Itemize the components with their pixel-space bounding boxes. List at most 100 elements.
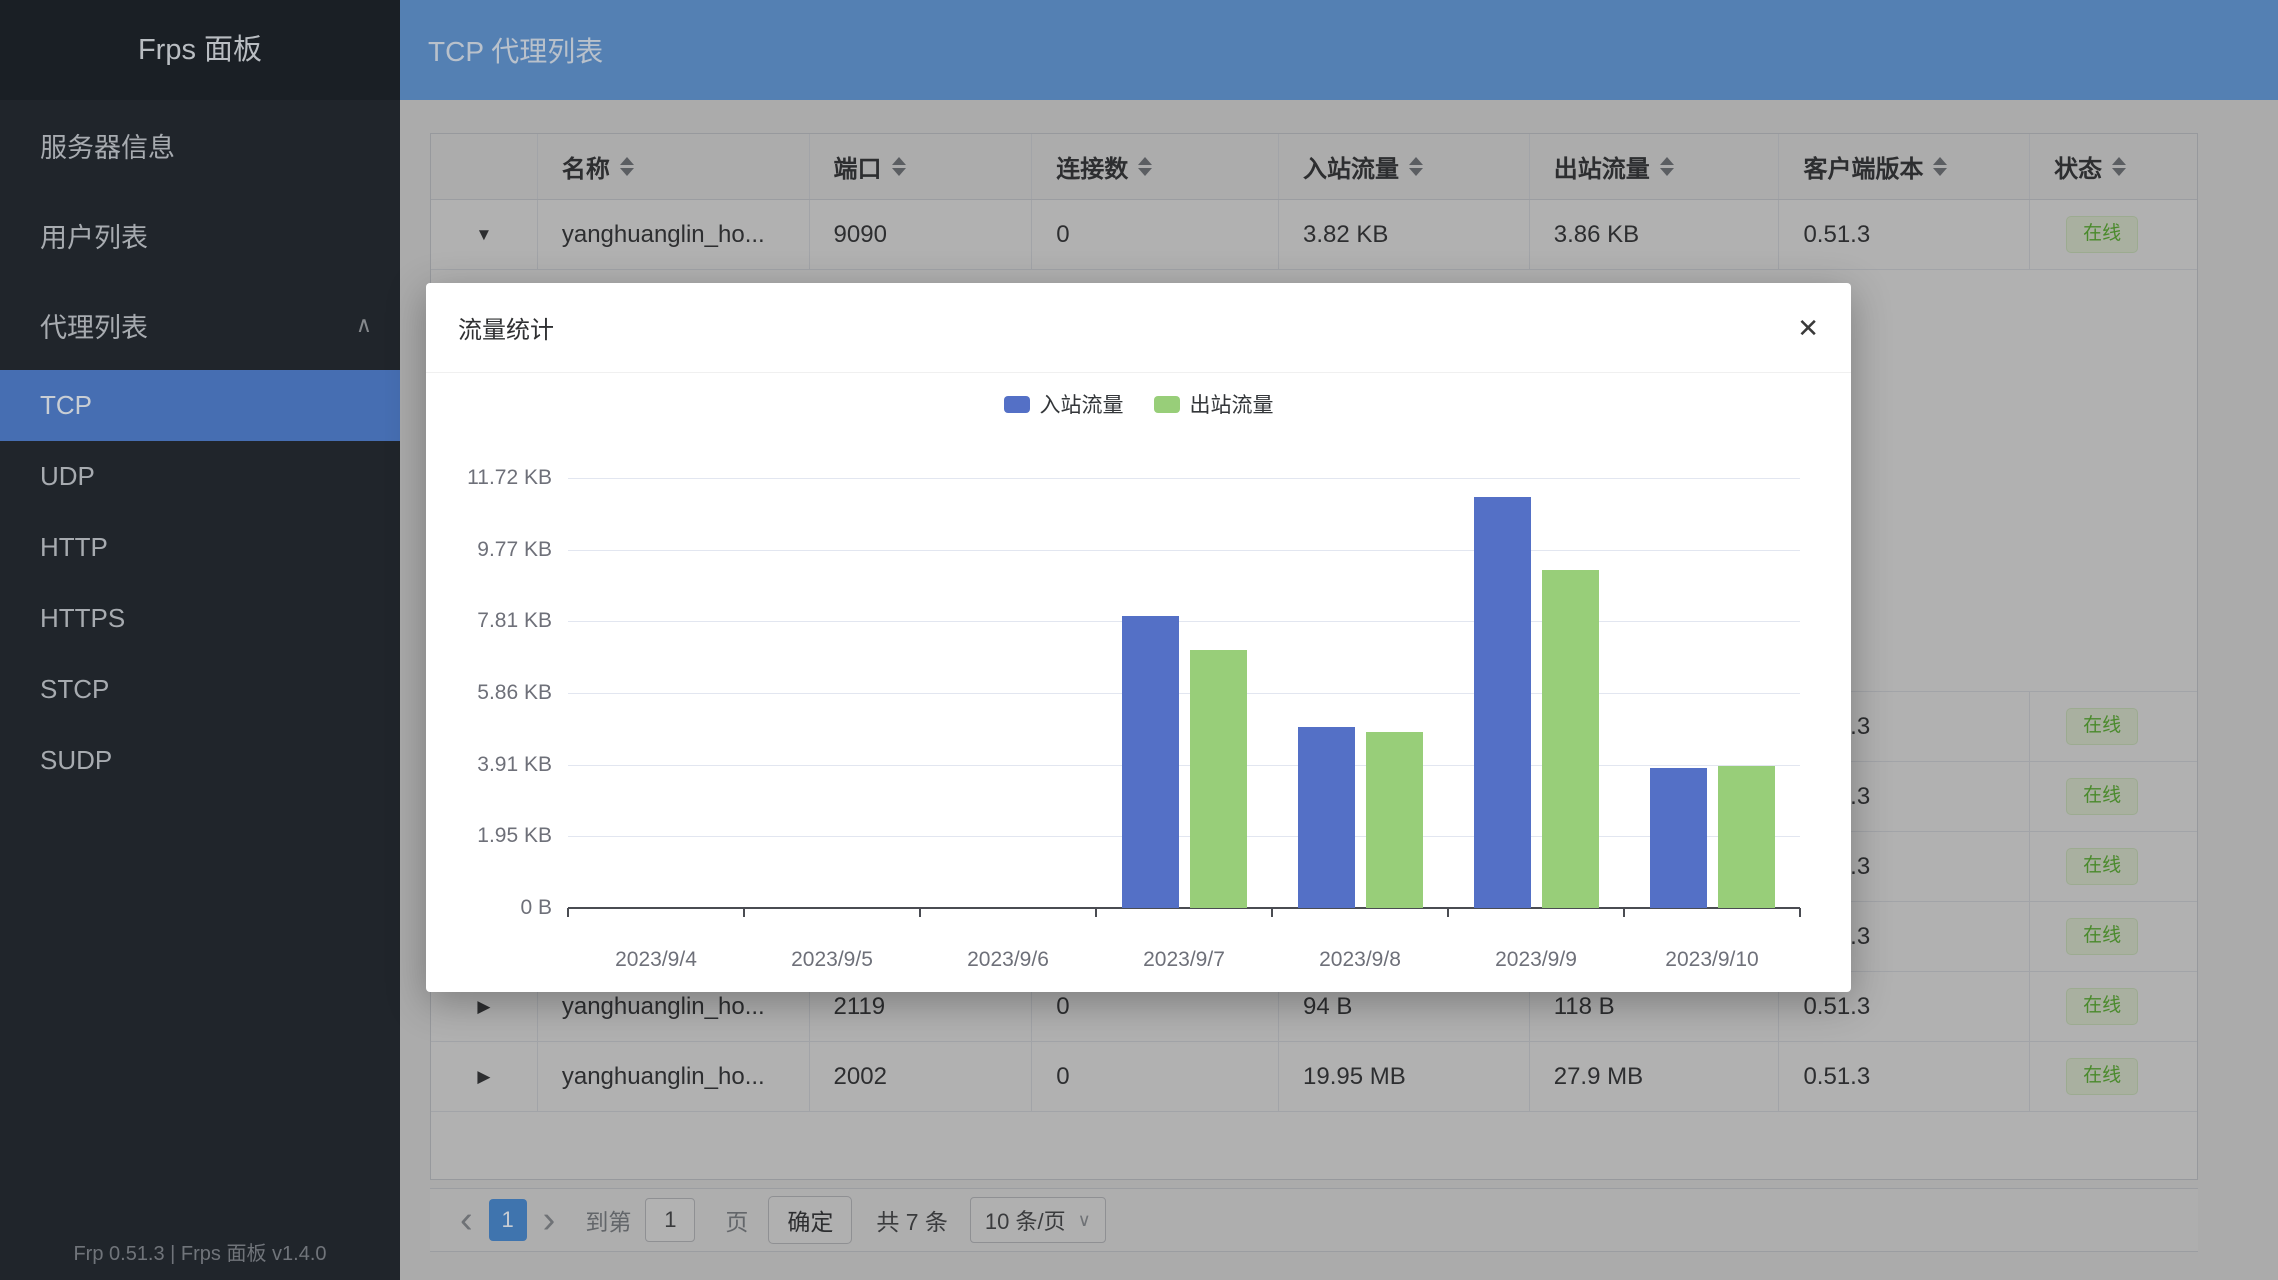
column-header-label: 端口 [834,149,882,184]
cell-status: 在线 [2030,832,2197,901]
close-icon[interactable]: ✕ [1797,315,1819,341]
traffic-stats-modal: 流量统计 ✕ 入站流量 出站流量 0 B1.95 KB3.91 KB5.86 KB… [426,283,1851,992]
collapse-row-icon[interactable]: ▼ [476,225,493,245]
cell-traffic_out: 27.9 MB [1530,1042,1780,1111]
column-header-客户端版本[interactable]: 客户端版本 [1779,134,2030,199]
status-badge: 在线 [2066,988,2138,1025]
version-footer: Frp 0.51.3 | Frps 面板 v1.4.0 [0,1237,400,1266]
sidebar-item-用户列表[interactable]: 用户列表 [0,190,400,280]
column-header-入站流量[interactable]: 入站流量 [1279,134,1530,199]
column-header-expand [431,134,538,199]
column-header-连接数[interactable]: 连接数 [1032,134,1279,199]
y-axis-tick-label: 9.77 KB [422,538,552,562]
caret-down-icon [2112,168,2126,176]
sort-caret-icon [1933,157,1947,176]
inbound-bar [1122,616,1179,908]
sidebar-item-label: 代理列表 [40,306,148,345]
legend-label: 出站流量 [1190,389,1274,419]
sidebar-item-http[interactable]: HTTP [0,512,400,583]
status-badge: 在线 [2066,778,2138,815]
status-badge: 在线 [2066,216,2138,253]
sidebar-item-服务器信息[interactable]: 服务器信息 [0,100,400,190]
goto-page-input[interactable] [645,1198,695,1242]
x-axis-tick-label: 2023/9/5 [744,948,920,972]
y-axis-tick-label: 11.72 KB [422,466,552,490]
legend-color-chip [1154,396,1180,413]
sort-caret-icon [1660,157,1674,176]
topbar: TCP 代理列表 [400,0,2278,100]
x-axis-tick [919,908,921,917]
caret-up-icon [620,157,634,165]
sidebar-item-sudp[interactable]: SUDP [0,725,400,796]
column-header-状态[interactable]: 状态 [2030,134,2197,199]
page-size-value: 10 条/页 [985,1204,1066,1236]
chevron-down-icon: ∨ [1078,1210,1091,1231]
next-page-icon[interactable]: › [543,1201,556,1239]
column-header-label: 客户端版本 [1803,149,1923,184]
caret-down-icon [1660,168,1674,176]
column-header-出站流量[interactable]: 出站流量 [1530,134,1780,199]
column-header-label: 名称 [562,149,610,184]
x-axis-tick [1799,908,1801,917]
gridline [568,693,1800,694]
caret-up-icon [2112,157,2126,165]
y-axis-tick-label: 1.95 KB [422,824,552,848]
sidebar-item-label: 用户列表 [40,216,148,255]
column-header-label: 状态 [2054,149,2102,184]
sidebar-menu: 服务器信息用户列表代理列表∧TCPUDPHTTPHTTPSSTCPSUDP [0,100,400,796]
expand-row-icon[interactable]: ▶ [477,1067,490,1087]
modal-header: 流量统计 ✕ [426,283,1851,373]
cell-name: yanghuanglin_ho... [538,1042,810,1111]
legend-item-出站流量[interactable]: 出站流量 [1154,389,1274,419]
x-axis-tick [567,908,569,917]
traffic-bar-chart: 0 B1.95 KB3.91 KB5.86 KB7.81 KB9.77 KB11… [568,478,1800,908]
column-header-端口[interactable]: 端口 [810,134,1033,199]
app-title: Frps 面板 [0,0,400,100]
outbound-bar [1542,570,1599,908]
outbound-bar [1190,650,1247,908]
column-header-名称[interactable]: 名称 [538,134,810,199]
caret-down-icon [1409,168,1423,176]
legend-color-chip [1004,396,1030,413]
page-button-1[interactable]: 1 [489,1199,527,1241]
gridline [568,836,1800,837]
outbound-bar [1718,766,1775,908]
caret-up-icon [1660,157,1674,165]
table-row[interactable]: ▶yanghuanglin_ho...2002019.95 MB27.9 MB0… [431,1042,2197,1112]
cell-connections: 0 [1032,200,1279,269]
sidebar-item-udp[interactable]: UDP [0,441,400,512]
x-axis-tick [1447,908,1449,917]
x-axis-tick-label: 2023/9/9 [1448,948,1624,972]
sidebar-item-tcp[interactable]: TCP [0,370,400,441]
cell-status: 在线 [2030,762,2197,831]
cell-expand_icon: ▼ [431,200,538,269]
table-header-row: 名称 端口 连接数 入站流量出站流量客户端版本 状态 [431,134,2197,200]
goto-suffix-label: 页 [725,1203,748,1237]
sidebar-item-stcp[interactable]: STCP [0,654,400,725]
sidebar-item-https[interactable]: HTTPS [0,583,400,654]
cell-traffic_in: 3.82 KB [1279,200,1530,269]
column-header-label: 连接数 [1056,149,1128,184]
total-count-label: 共 7 条 [876,1203,948,1237]
cell-connections: 0 [1032,1042,1279,1111]
cell-name: yanghuanglin_ho... [538,200,810,269]
page-title: TCP 代理列表 [428,30,603,70]
expand-row-icon[interactable]: ▶ [477,997,490,1017]
page-size-select[interactable]: 10 条/页 ∨ [970,1197,1106,1243]
y-axis-tick-label: 0 B [422,896,552,920]
cell-port: 2002 [810,1042,1033,1111]
sort-caret-icon [2112,157,2126,176]
legend-item-入站流量[interactable]: 入站流量 [1004,389,1124,419]
sidebar-item-代理列表[interactable]: 代理列表∧ [0,280,400,370]
caret-down-icon [1933,168,1947,176]
confirm-button[interactable]: 确定 [768,1196,852,1244]
inbound-bar [1298,727,1355,908]
sidebar-item-label: 服务器信息 [40,126,175,165]
gridline [568,478,1800,479]
pagination: ‹ 1 › 到第 页 确定 共 7 条 10 条/页 ∨ [430,1188,2198,1252]
caret-down-icon [892,168,906,176]
cell-client_version: 0.51.3 [1779,1042,2030,1111]
prev-page-icon[interactable]: ‹ [460,1201,473,1239]
table-row[interactable]: ▼yanghuanglin_ho...909003.82 KB3.86 KB0.… [431,200,2197,270]
table-empty-area [431,1112,2197,1179]
